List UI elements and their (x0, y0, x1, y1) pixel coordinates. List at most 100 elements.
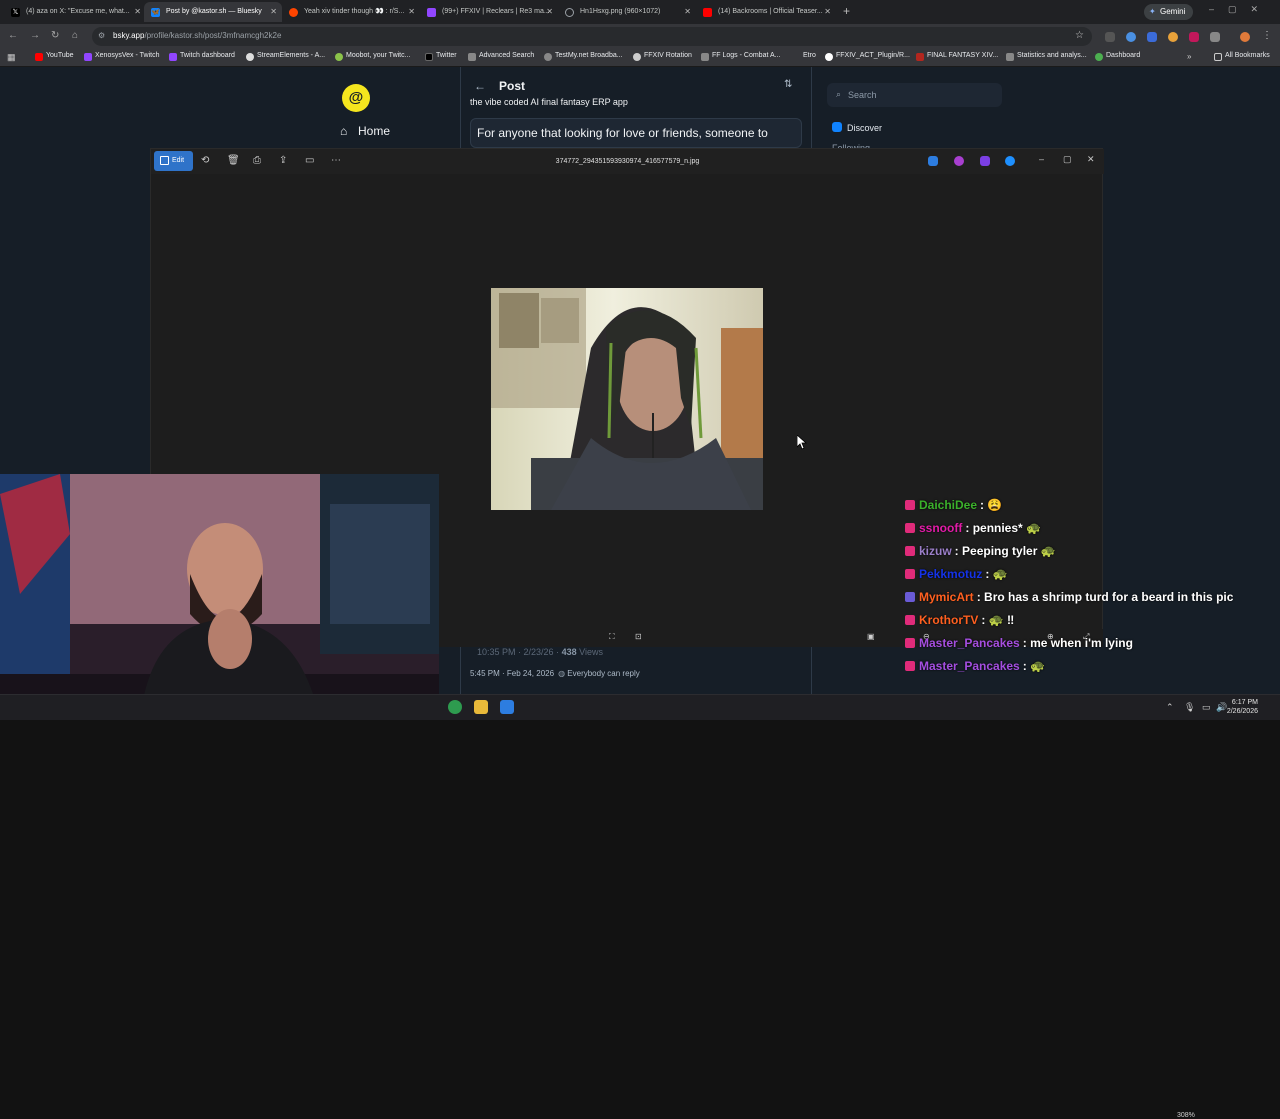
bookmark-item[interactable]: Statistics and analys... (1006, 52, 1087, 61)
viewer-toolbar: Edit ⟲ 🗑 ⎙ ⇪ ▭ ⋯ 374772_294351593930974_… (151, 149, 1104, 174)
menu-kebab-icon[interactable]: ⋮ (1262, 30, 1272, 41)
browser-toolbar: ← → ↻ ⌂ ⚙ bsky.app/profile/kastor.sh/pos… (0, 24, 1280, 49)
site-info-icon[interactable]: ⚙ (98, 31, 105, 40)
bookmark-item[interactable]: Advanced Search (468, 52, 534, 61)
globe-icon: ◍ (558, 669, 566, 678)
close-icon[interactable]: ✕ (1087, 154, 1095, 165)
sub-badge-icon (905, 569, 915, 579)
zoom-level[interactable]: 308% (1177, 1112, 1201, 1119)
new-tab-icon[interactable]: + (843, 4, 850, 18)
bookmark-item[interactable]: Moobot, your Twitc... (335, 52, 410, 61)
gemini-button[interactable]: ✦ Gemini (1144, 4, 1194, 20)
url-text[interactable]: bsky.app/profile/kastor.sh/post/3mfnamcg… (113, 31, 281, 40)
network-icon[interactable]: ▭ (1202, 702, 1211, 713)
feed-discover[interactable]: Discover (832, 122, 882, 133)
browser-tab[interactable]: Hn1Hsxg.png (960×1072) ✕ (558, 2, 696, 22)
volume-icon[interactable]: 🔊 (1216, 702, 1227, 713)
browser-tab[interactable]: (99+) FFXIV | Reclears | Re3 ma... ✕ (420, 2, 558, 22)
bookmark-item[interactable]: FINAL FANTASY XIV... (916, 52, 998, 61)
chat-message: Master_Pancakes: 🐢 (905, 655, 1250, 678)
extension-icon[interactable] (1168, 32, 1178, 42)
sub-badge-icon (905, 523, 915, 533)
extension-icon[interactable] (1126, 32, 1136, 42)
chat-message: ssnooff: pennies* 🐢 (905, 517, 1250, 540)
photos-app-icon[interactable] (500, 700, 514, 714)
sub-badge-icon (905, 615, 915, 625)
profile-avatar[interactable] (1240, 32, 1250, 42)
close-tab-icon[interactable]: ✕ (546, 2, 553, 22)
search-icon: ⌕ (836, 89, 842, 99)
clipchamp-icon[interactable] (928, 156, 938, 166)
extension-icon[interactable] (1147, 32, 1157, 42)
app-icon[interactable] (448, 700, 462, 714)
post-text: the vibe coded AI final fantasy ERP app (470, 97, 628, 107)
bookmark-item[interactable]: TestMy.net Broadba... (544, 52, 623, 61)
onedrive-icon[interactable] (1005, 156, 1015, 166)
bookmark-item[interactable]: Dashboard (1095, 52, 1140, 61)
minimize-icon[interactable]: – (1039, 154, 1044, 164)
close-tab-icon[interactable]: ✕ (824, 2, 831, 22)
home-icon[interactable]: ⌂ (72, 30, 78, 41)
chevron-right-icon[interactable]: » (1187, 52, 1191, 61)
close-tab-icon[interactable]: ✕ (270, 2, 277, 22)
extension-icon[interactable] (1105, 32, 1115, 42)
bookmark-item[interactable]: StreamElements - A... (246, 52, 325, 61)
thread-settings-icon[interactable]: ⇅ (784, 79, 792, 90)
reload-icon[interactable]: ↻ (51, 30, 59, 41)
apps-grid-icon[interactable]: ▦ (7, 52, 16, 63)
actual-size-icon[interactable]: ⊡ (635, 632, 642, 641)
browser-tab[interactable]: (14) Backrooms | Official Teaser... ✕ (696, 2, 836, 22)
bookmark-item[interactable]: Etro (792, 52, 816, 59)
nav-home[interactable]: ⌂ Home (340, 124, 390, 138)
puzzle-icon[interactable] (1210, 32, 1220, 42)
back-icon[interactable]: ← (8, 30, 18, 41)
system-clock[interactable]: 6:17 PM 2/26/2026 (1227, 698, 1258, 716)
maximize-icon[interactable]: ▢ (1063, 154, 1072, 165)
microphone-icon[interactable]: 🎙 (1184, 702, 1195, 713)
bookmark-item[interactable]: FFXIV_ACT_Plugin/R... (825, 52, 910, 61)
quoted-post-text: For anyone that looking for love or frie… (477, 126, 768, 140)
chat-message: Master_Pancakes: me when i'm lying (905, 632, 1250, 655)
window-controls[interactable]: –▢✕ (1209, 4, 1272, 15)
page-title: Post (499, 79, 526, 93)
bluesky-icon: 🦋 (151, 8, 160, 17)
bookmark-item[interactable]: FFXIV Rotation (633, 52, 692, 61)
chevron-up-icon[interactable]: ⌃ (1166, 702, 1174, 713)
youtube-icon (703, 8, 712, 17)
browser-tab-active[interactable]: 🦋 Post by @kastor.sh — Bluesky ✕ (144, 2, 282, 22)
bookmark-item[interactable]: Twitter (425, 52, 457, 61)
bluesky-logo[interactable]: @ (342, 84, 370, 112)
all-bookmarks-folder[interactable]: All Bookmarks (1214, 52, 1270, 61)
chat-message: kizuw: Peeping tyler 🐢 (905, 540, 1250, 563)
designer-icon[interactable] (954, 156, 964, 166)
bookmark-item[interactable]: XenosysVex - Twitch (84, 52, 159, 61)
bookmark-item[interactable]: FF Logs - Combat A... (701, 52, 780, 61)
star-bookmark-icon[interactable]: ☆ (1075, 30, 1084, 41)
chat-message: MymicArt: Bro has a shrimp turd for a be… (905, 586, 1250, 609)
forward-icon[interactable]: → (30, 30, 40, 41)
sub-badge-icon (905, 592, 915, 602)
file-explorer-icon[interactable] (474, 700, 488, 714)
browser-tab[interactable]: Yeah xiv tinder though 👀 : r/S... ✕ (282, 2, 420, 22)
back-arrow-icon[interactable]: ← (474, 79, 486, 93)
fullscreen-view-icon[interactable]: ▣ (867, 632, 875, 641)
search-input[interactable] (848, 86, 996, 104)
app-icon[interactable] (980, 156, 990, 166)
windows-taskbar: ⌃ 🎙 ▭ 🔊 6:17 PM 2/26/2026 (0, 694, 1280, 720)
close-tab-icon[interactable]: ✕ (684, 2, 691, 22)
streamer-webcam (0, 474, 439, 720)
close-tab-icon[interactable]: ✕ (134, 2, 141, 22)
close-tab-icon[interactable]: ✕ (408, 2, 415, 22)
sub-badge-icon (905, 661, 915, 671)
displayed-photo (491, 288, 763, 510)
globe-icon (565, 8, 574, 17)
bookmark-item[interactable]: YouTube (35, 52, 74, 61)
fit-to-window-icon[interactable]: ⛶ (609, 632, 615, 642)
extension-icon[interactable] (1189, 32, 1199, 42)
discover-icon (832, 122, 842, 132)
bookmark-item[interactable]: Twitch dashboard (169, 52, 235, 61)
sparkle-icon: ✦ (1149, 7, 1156, 16)
sub-badge-icon (905, 638, 915, 648)
browser-tab[interactable]: 𝕏 (4) aza on X: "Excuse me, what... ✕ (4, 2, 146, 22)
browser-tab-strip: 𝕏 (4) aza on X: "Excuse me, what... ✕ 🦋 … (0, 0, 1280, 24)
